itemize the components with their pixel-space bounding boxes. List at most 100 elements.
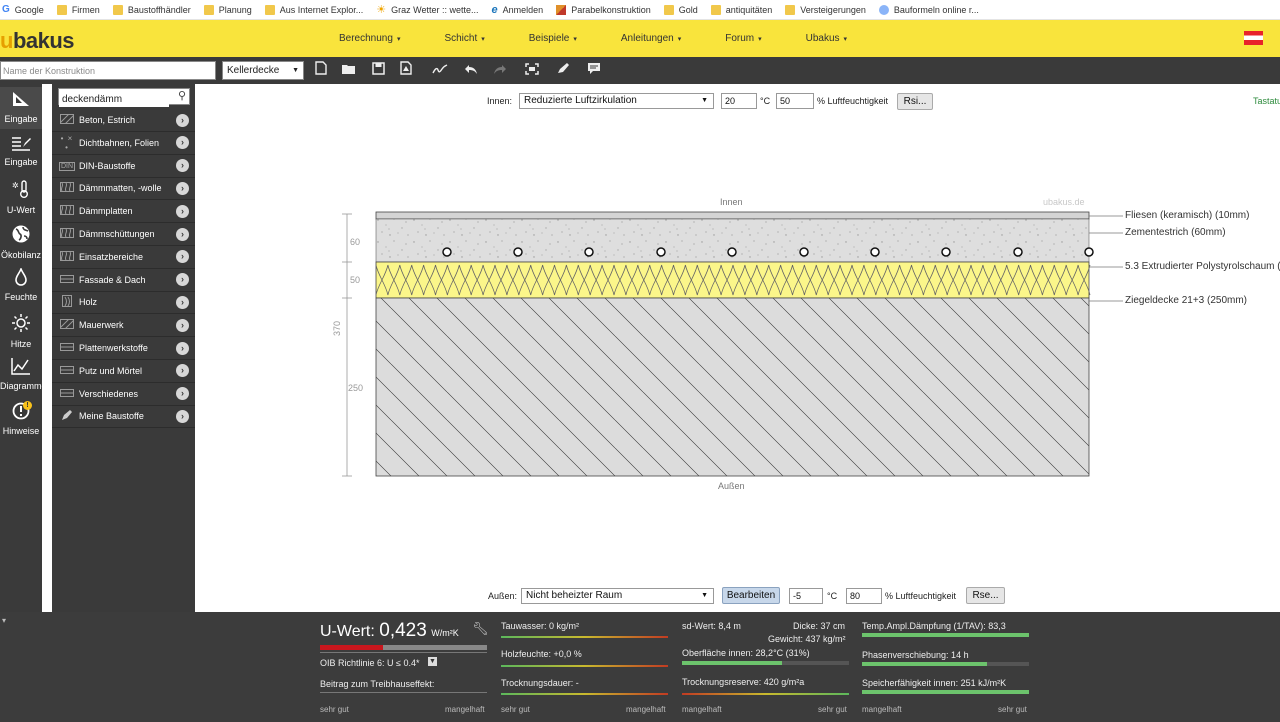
bookmark-item[interactable]: Parabelkonstruktion: [556, 4, 651, 15]
bookmark-item[interactable]: antiquitäten: [710, 4, 773, 15]
material-category[interactable]: Dämmschüttungen ›: [52, 223, 195, 246]
layer-label-tiles[interactable]: Fliesen (keramisch) (10mm): [1125, 210, 1249, 221]
bookmark-item[interactable]: Baustoffhändler: [112, 4, 191, 15]
oberflaeche-bar: [682, 661, 849, 665]
nav-item-forum[interactable]: Forum ▾: [725, 33, 761, 44]
chevron-right-icon[interactable]: ›: [176, 204, 189, 218]
sign-icon[interactable]: [431, 61, 449, 80]
bookmark-item[interactable]: ☀ Graz Wetter :: wette...: [376, 4, 478, 15]
edit-outside-button[interactable]: Bearbeiten: [722, 587, 780, 604]
chevron-right-icon[interactable]: ›: [176, 387, 189, 401]
hatch-icon: [58, 113, 76, 126]
construction-name-input[interactable]: [0, 61, 216, 80]
material-category-label: Dämmschüttungen: [79, 229, 155, 239]
material-category-label: Meine Baustoffe: [79, 411, 144, 422]
chevron-right-icon[interactable]: ›: [176, 409, 189, 423]
uwert-heading[interactable]: U-Wert: 0,423 W/m²K: [320, 620, 459, 642]
outside-climate-select[interactable]: Nicht beheizter Raum ▼: [521, 588, 714, 604]
construction-drawing[interactable]: [195, 84, 1280, 612]
material-category[interactable]: Plattenwerkstoffe ›: [52, 337, 195, 360]
material-category[interactable]: Einsatzbereiche ›: [52, 246, 195, 269]
logo-text: bakus: [12, 28, 75, 53]
chevron-right-icon[interactable]: ›: [176, 113, 189, 127]
sidebar-item-ökobilanz[interactable]: Ökobilanz: [0, 221, 42, 263]
insulation-icon: [58, 228, 76, 240]
material-category[interactable]: Dämmmatten, -wolle ›: [52, 177, 195, 201]
material-category[interactable]: Verschiedenes ›: [52, 383, 195, 406]
chevron-right-icon[interactable]: ›: [176, 250, 189, 264]
nav-item-schicht[interactable]: Schicht ▾: [444, 33, 484, 44]
bookmark-item[interactable]: Bauformeln online r...: [878, 4, 979, 15]
chevron-right-icon[interactable]: ›: [176, 181, 189, 195]
layer-label-slab[interactable]: Ziegeldecke 21+3 (250mm): [1125, 295, 1247, 306]
bookmark-item[interactable]: Planung: [203, 4, 252, 15]
layer-label-screed[interactable]: Zementestrich (60mm): [1125, 227, 1226, 238]
nav-item-beispiele[interactable]: Beispiele ▾: [529, 33, 577, 44]
undo-icon[interactable]: [462, 61, 480, 80]
trocknungsdauer: Trocknungsdauer: -: [501, 678, 579, 688]
save-icon[interactable]: [369, 61, 387, 80]
chevron-right-icon[interactable]: ›: [176, 318, 189, 332]
bookmark-item[interactable]: Firmen: [56, 4, 100, 15]
outside-temp-input[interactable]: -5: [789, 588, 823, 604]
chevron-right-icon[interactable]: ›: [176, 295, 189, 309]
comment-icon[interactable]: [585, 61, 603, 80]
sidebar-item-diagramme[interactable]: Diagramme: [0, 354, 47, 396]
sidebar-item-eingabe[interactable]: Eingabe: [0, 132, 42, 174]
collapse-chevron-icon[interactable]: ▾: [2, 616, 6, 625]
redo-icon[interactable]: [491, 61, 509, 80]
material-category[interactable]: DIN DIN-Baustoffe ›: [52, 155, 195, 178]
bookmark-label: antiquitäten: [725, 4, 773, 15]
pdf-icon[interactable]: [397, 61, 415, 80]
edit-icon[interactable]: [554, 61, 572, 80]
sidebar-item-feuchte[interactable]: Feuchte: [0, 265, 42, 307]
dicke: Dicke: 37 cm: [793, 621, 846, 631]
chevron-right-icon[interactable]: ›: [176, 273, 189, 287]
material-category[interactable]: • × • Dichtbahnen, Folien ›: [52, 132, 195, 155]
sidebar-item-u-wert[interactable]: ✲ U-Wert: [0, 176, 42, 218]
search-icon[interactable]: ⚲: [178, 89, 186, 102]
layer-xps[interactable]: [375, 261, 1091, 299]
chevron-right-icon[interactable]: ›: [176, 159, 189, 173]
chevron-right-icon[interactable]: ›: [176, 136, 189, 150]
chevron-right-icon[interactable]: ›: [176, 341, 189, 355]
fit-view-icon[interactable]: [523, 61, 541, 80]
construction-type-select[interactable]: Kellerdecke ▼: [222, 61, 304, 80]
layer-label-xps[interactable]: 5.3 Extrudierter Polystyrolschaum (: [1125, 261, 1280, 272]
chevron-right-icon[interactable]: ›: [176, 364, 189, 378]
material-category[interactable]: Mauerwerk ›: [52, 314, 195, 338]
bookmark-item[interactable]: Gold: [663, 4, 698, 15]
wrench-icon[interactable]: 🔧︎: [472, 621, 489, 637]
material-category[interactable]: Fassade & Dach ›: [52, 269, 195, 292]
nav-item-anleitungen[interactable]: Anleitungen ▾: [621, 33, 681, 44]
rse-button[interactable]: Rse...: [966, 587, 1005, 604]
layer-tiles[interactable]: [375, 211, 1090, 220]
layer-brick-slab[interactable]: [375, 297, 1090, 477]
uwert-scale-line: [320, 652, 487, 653]
material-category[interactable]: Dämmplatten ›: [52, 200, 195, 224]
ubakus-logo[interactable]: ubakus: [0, 28, 75, 54]
sidebar-item-eingabe[interactable]: Eingabe: [0, 87, 42, 129]
oib-dropdown-icon[interactable]: ▼: [428, 657, 437, 666]
material-category-label: Putz und Mörtel: [79, 365, 143, 376]
nav-item-ubakus[interactable]: Ubakus ▾: [806, 33, 847, 44]
language-flag-icon[interactable]: [1244, 31, 1263, 45]
bookmark-item[interactable]: Aus Internet Explor...: [264, 4, 363, 15]
material-category[interactable]: Meine Baustoffe ›: [52, 405, 195, 429]
nav-item-label: Beispiele: [528, 33, 570, 44]
sidebar-item-hitze[interactable]: Hitze: [0, 310, 42, 352]
outside-humidity-input[interactable]: 80: [846, 588, 882, 604]
bookmark-item[interactable]: G Google: [2, 4, 44, 15]
open-folder-icon[interactable]: [339, 61, 357, 80]
bookmark-item[interactable]: e Anmelden: [492, 4, 544, 16]
nav-item-berechnung[interactable]: Berechnung ▾: [339, 33, 400, 44]
new-file-icon[interactable]: [312, 61, 330, 80]
chevron-right-icon[interactable]: ›: [176, 227, 189, 241]
bookmark-item[interactable]: Versteigerungen: [785, 4, 866, 15]
drop-icon: [0, 266, 42, 292]
material-category[interactable]: Beton, Estrich ›: [52, 109, 195, 132]
material-search-input[interactable]: [59, 92, 169, 107]
material-category[interactable]: Holz ›: [52, 291, 195, 315]
sidebar-item-hinweise[interactable]: Hinweise!: [0, 399, 42, 441]
material-category[interactable]: Putz und Mörtel ›: [52, 360, 195, 383]
